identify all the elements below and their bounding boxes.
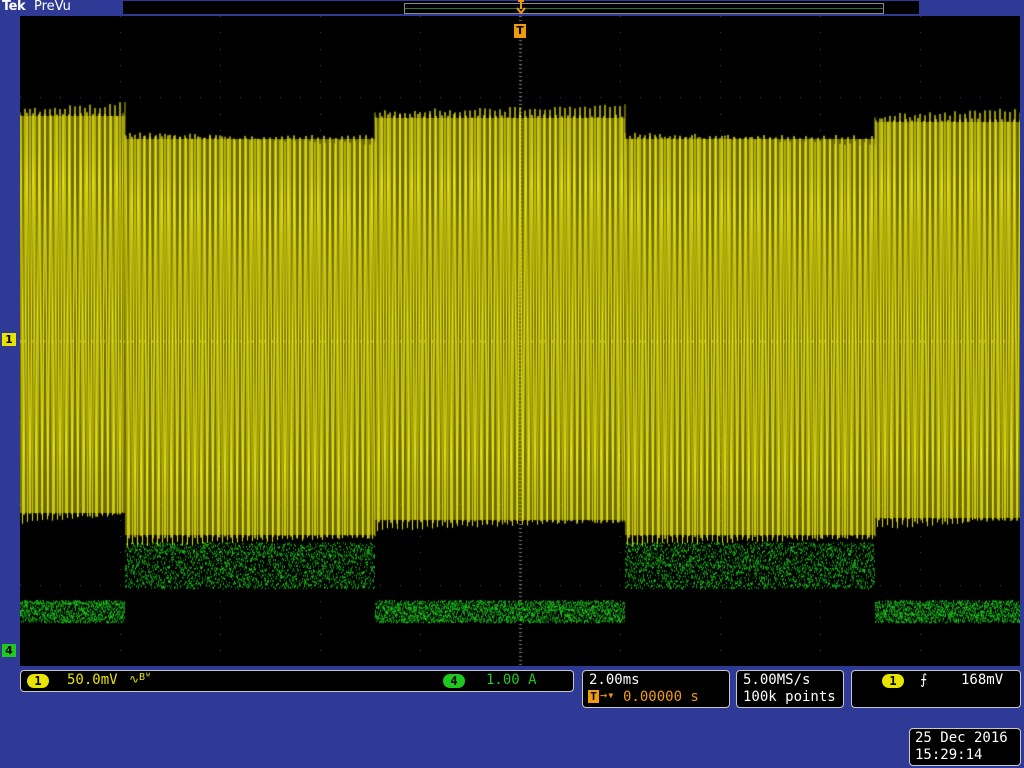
horizontal-readout[interactable]: 2.00ms T →▾ 0.00000 s [582, 670, 730, 708]
record-window[interactable] [404, 3, 884, 14]
sample-rate: 5.00MS/s [743, 672, 811, 688]
acquisition-readout[interactable]: 5.00MS/s 100k points [736, 670, 844, 708]
waveform-display[interactable] [20, 16, 1020, 666]
date-time-readout: 25 Dec 2016 15:29:14 [909, 728, 1021, 766]
trigger-level: 168mV [961, 672, 1004, 688]
coupling-icon: ∿ [129, 672, 140, 686]
trigger-readout[interactable]: 1 ⨍ 168mV [851, 670, 1021, 708]
date-value: 25 Dec 2016 [915, 730, 1008, 746]
trigger-marker[interactable]: T [514, 24, 526, 38]
record-length: 100k points [743, 689, 836, 705]
top-status-bar: Tek PreVu [0, 0, 1024, 16]
trigger-source-badge: 1 [882, 674, 904, 688]
time-value: 15:29:14 [915, 747, 983, 763]
channel-4-marker[interactable]: 4 [2, 644, 16, 657]
channel-1-badge: 1 [27, 674, 49, 688]
delay-arrow-icon: →▾ [600, 688, 615, 702]
channel-1-marker[interactable]: 1 [2, 333, 16, 346]
acquisition-status: PreVu [34, 0, 71, 14]
channel-1-scale: 50.0mV [67, 672, 118, 688]
channel-4-scale: 1.00 A [486, 672, 537, 688]
trigger-position-badge: T [588, 690, 599, 703]
brand-logo: Tek [2, 0, 26, 14]
channel-readout[interactable]: 1 50.0mV ∿ Bᵂ 4 1.00 A [20, 670, 574, 692]
trigger-position-icon[interactable] [515, 0, 527, 16]
trigger-slope-icon: ⨍ [920, 672, 928, 688]
bandwidth-limit-icon: Bᵂ [139, 672, 152, 683]
delay-value: 0.00000 s [623, 689, 699, 705]
waveform-canvas[interactable] [20, 16, 1020, 666]
timebase-value: 2.00ms [589, 672, 640, 688]
channel-4-badge: 4 [443, 674, 465, 688]
